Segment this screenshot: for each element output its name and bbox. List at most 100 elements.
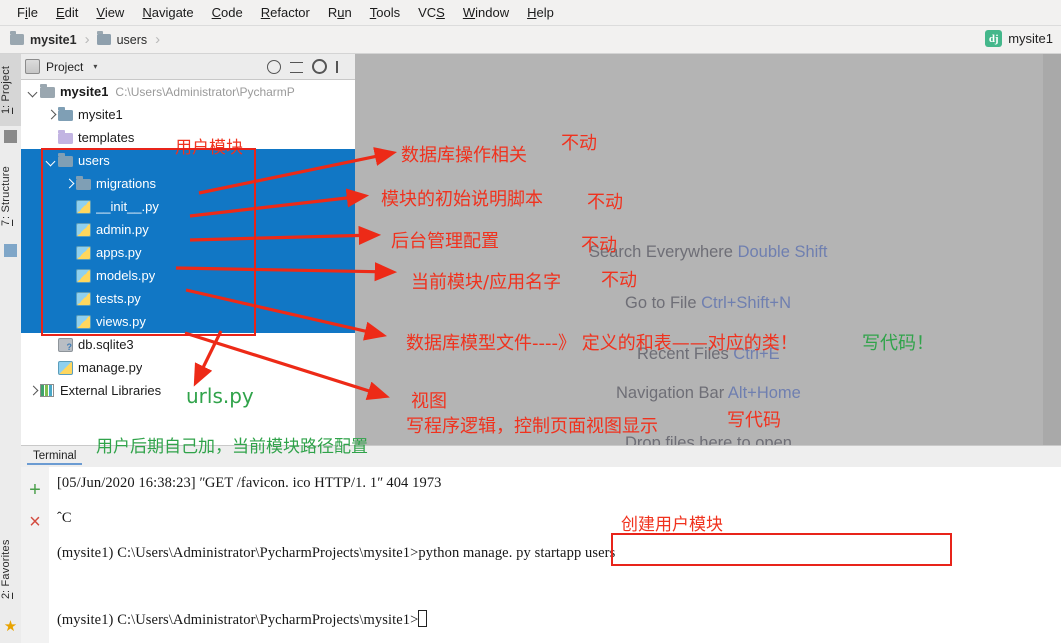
project-tree[interactable]: mysite1 C:\Users\Administrator\PycharmP my… (21, 80, 355, 445)
tree-row-admin-py[interactable]: admin.py (21, 218, 355, 241)
chevron-down-icon[interactable] (27, 85, 40, 98)
breadcrumb-item-users[interactable]: users (96, 31, 148, 47)
sidebar-item-structure[interactable]: 7: Structure (0, 152, 21, 240)
menu-item-view[interactable]: View (87, 3, 133, 22)
watermark-action: Search Everywhere (589, 243, 733, 261)
tree-row-label: migrations (96, 176, 156, 191)
menu-item-window[interactable]: Window (454, 3, 518, 22)
menu-item-file[interactable]: File (8, 3, 47, 22)
menu-label: Refactor (260, 5, 310, 20)
chevron-right-icon[interactable] (27, 384, 40, 397)
structure-icon (4, 244, 17, 257)
editor-placeholder-area: Search Everywhere Double Shift Go to File… (355, 54, 1061, 452)
python-file-icon (76, 222, 91, 237)
collapse-all-icon[interactable] (290, 62, 303, 73)
tree-row-label: templates (78, 130, 135, 145)
run-configuration-label: mysite1 (1008, 31, 1053, 46)
tree-row-label: tests.py (96, 291, 141, 306)
tree-row-label: db.sqlite3 (78, 337, 134, 352)
python-file-icon (58, 360, 73, 375)
tree-row-mysite1[interactable]: mysite1 (21, 103, 355, 126)
folder-icon (58, 152, 73, 167)
close-terminal-button[interactable]: × (26, 512, 44, 532)
tree-row-tests-py[interactable]: tests.py (21, 287, 355, 310)
sqlite-file-icon (58, 337, 73, 352)
folder-icon (76, 175, 91, 190)
python-file-icon (76, 199, 91, 214)
tree-row-db-sqlite3[interactable]: db.sqlite3 (21, 333, 355, 356)
tree-row-label: models.py (96, 268, 156, 283)
tool-tab-mnemonic: 7 (0, 219, 12, 226)
menu-item-help[interactable]: Help (518, 3, 563, 22)
tree-row-templates[interactable]: templates (21, 126, 355, 149)
tree-row-manage-py[interactable]: manage.py (21, 356, 355, 379)
watermark-key: Ctrl+E (733, 345, 780, 363)
star-icon: ★ (3, 618, 18, 635)
sidebar-item-project[interactable]: 1: Project (0, 54, 21, 126)
menu-item-run[interactable]: Run (319, 3, 361, 22)
watermark-action: Go to File (625, 294, 697, 312)
tree-row-init-py[interactable]: __init__.py (21, 195, 355, 218)
tree-row-label: apps.py (96, 245, 142, 260)
tree-row-apps-py[interactable]: apps.py (21, 241, 355, 264)
menu-item-edit[interactable]: Edit (47, 3, 87, 22)
tool-tab-mnemonic: 1 (0, 107, 12, 115)
django-icon: dj (985, 30, 1003, 47)
menu-label: Edit (55, 5, 79, 20)
python-file-icon (76, 314, 91, 329)
tree-row-label: __init__.py (96, 199, 159, 214)
menu-item-code[interactable]: Code (203, 3, 252, 22)
gear-icon[interactable] (312, 59, 327, 74)
chevron-down-icon[interactable]: ▾ (93, 62, 97, 71)
tree-row-models-py[interactable]: models.py (21, 264, 355, 287)
chevron-right-icon[interactable] (63, 177, 76, 190)
terminal-output[interactable]: [05/Jun/2020 16:38:23] ʺGET /favicon. ic… (49, 467, 1061, 643)
tree-row-migrations[interactable]: migrations (21, 172, 355, 195)
add-terminal-button[interactable]: + (26, 480, 44, 500)
editor-scrollbar[interactable] (1043, 54, 1061, 445)
tree-row-label: External Libraries (60, 383, 162, 398)
project-view-icon (25, 59, 40, 74)
menu-bar: File Edit View Navigate Code Refactor Run Tools… (0, 0, 1061, 26)
terminal-line: [05/Jun/2020 16:38:23] ʺGET /favicon. ic… (57, 475, 442, 491)
pycharm-window: File Edit View Navigate Code Refactor Run Tools… (0, 0, 1061, 643)
menu-label: Code (211, 5, 243, 20)
breadcrumb-label: users (116, 32, 148, 47)
breadcrumb-item-mysite1[interactable]: mysite1 (10, 31, 77, 47)
menu-label: File (17, 5, 38, 20)
sidebar-item-favorites[interactable]: 2: Favorites (0, 524, 21, 614)
menu-item-refactor[interactable]: Refactor (252, 3, 319, 22)
terminal-gutter: + × (21, 467, 50, 643)
target-icon[interactable] (267, 59, 281, 74)
menu-item-tools[interactable]: Tools (361, 3, 409, 22)
menu-item-navigate[interactable]: Navigate (133, 3, 202, 22)
tree-row-users[interactable]: users (21, 149, 355, 172)
watermark-action: Navigation Bar (616, 384, 725, 402)
terminal-prompt: (mysite1) C:\Users\Administrator\Pycharm… (57, 612, 419, 628)
terminal-tab-bar: Terminal (21, 445, 1061, 469)
tree-row-path: C:\Users\Administrator\PycharmP (115, 84, 295, 99)
run-configuration-selector[interactable]: dj mysite1 (985, 30, 1053, 47)
tree-row-mysite1[interactable]: mysite1 C:\Users\Administrator\PycharmP (21, 80, 355, 103)
tree-row-label: users (78, 153, 110, 168)
hide-icon[interactable] (336, 60, 348, 73)
tool-tab-label: : Favorites (0, 539, 12, 593)
tab-terminal[interactable]: Terminal (27, 449, 83, 465)
tool-tab-label: : Project (0, 65, 12, 108)
watermark-action: Recent Files (637, 345, 729, 363)
menu-label: View (96, 5, 125, 20)
watermark-key: Ctrl+Shift+N (701, 294, 791, 312)
tree-row-external-libraries[interactable]: External Libraries (21, 379, 355, 402)
menu-item-vcs[interactable]: VCS (409, 3, 454, 22)
chevron-down-icon[interactable] (45, 154, 58, 167)
chevron-right-icon[interactable] (45, 108, 58, 121)
menu-label: Window (462, 5, 510, 20)
terminal-caret (418, 610, 428, 627)
tree-row-views-py[interactable]: views.py (21, 310, 355, 333)
breadcrumb-separator: › (84, 31, 90, 48)
breadcrumb-separator: › (155, 31, 161, 48)
tool-tab-label: : Structure (0, 166, 12, 220)
